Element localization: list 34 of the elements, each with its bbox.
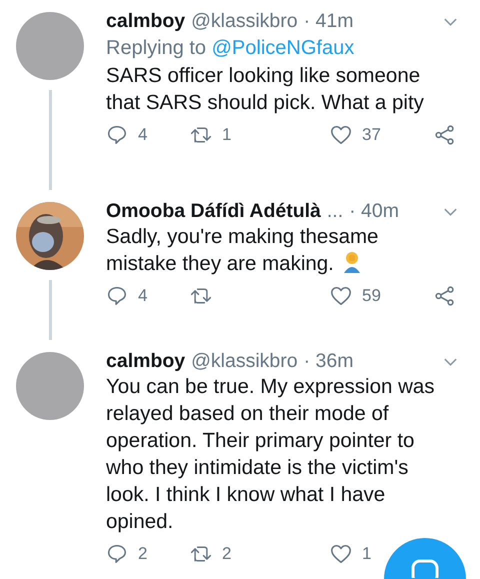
like-count: 1 [362, 544, 372, 564]
user-handle: ... [326, 200, 344, 223]
user-handle: @klassikbro [191, 10, 298, 33]
user-name[interactable]: calmboy [106, 350, 186, 373]
compose-icon [410, 558, 440, 578]
tweet-text: You can be true. My expression was relayed based on their mode of operation. Their primary pointer to who they intimidate is the victim's look. I think I know what I have opined. [106, 374, 436, 535]
retweet-count: 1 [222, 125, 232, 145]
user-name[interactable]: calmboy [106, 10, 186, 33]
heart-icon[interactable] [330, 285, 352, 307]
tweet-text: SARS officer looking like someone that SARS should pick. What a pity [106, 63, 425, 116]
heart-icon[interactable] [330, 124, 352, 146]
chevron-down-icon[interactable] [443, 16, 458, 26]
like-count: 59 [362, 286, 381, 306]
reply-count: 4 [138, 286, 148, 306]
share-icon[interactable] [434, 285, 456, 307]
reply-icon[interactable] [106, 543, 128, 565]
timestamp: · 36m [304, 350, 354, 373]
chevron-down-icon[interactable] [443, 356, 458, 366]
replying-to-text: Replying to @PoliceNGfaux [106, 36, 356, 61]
like-count: 37 [362, 125, 381, 145]
reply-icon[interactable] [106, 285, 128, 307]
person-icon [342, 251, 362, 273]
user-name[interactable]: Omooba Dáfídì Adétulà [106, 200, 321, 223]
reply-icon[interactable] [106, 124, 128, 146]
user-handle: @klassikbro [191, 350, 298, 373]
heart-icon[interactable] [330, 543, 352, 565]
retweet-count: 2 [222, 544, 232, 564]
timestamp: · 41m [304, 10, 354, 33]
reply-count: 4 [138, 125, 148, 145]
reply-count: 2 [138, 544, 148, 564]
share-icon[interactable] [434, 124, 456, 146]
chevron-down-icon[interactable] [443, 206, 458, 216]
timestamp: · 40m [349, 200, 399, 223]
tweet-text: Sadly, you're making thesame mistake they are making. [106, 224, 380, 277]
